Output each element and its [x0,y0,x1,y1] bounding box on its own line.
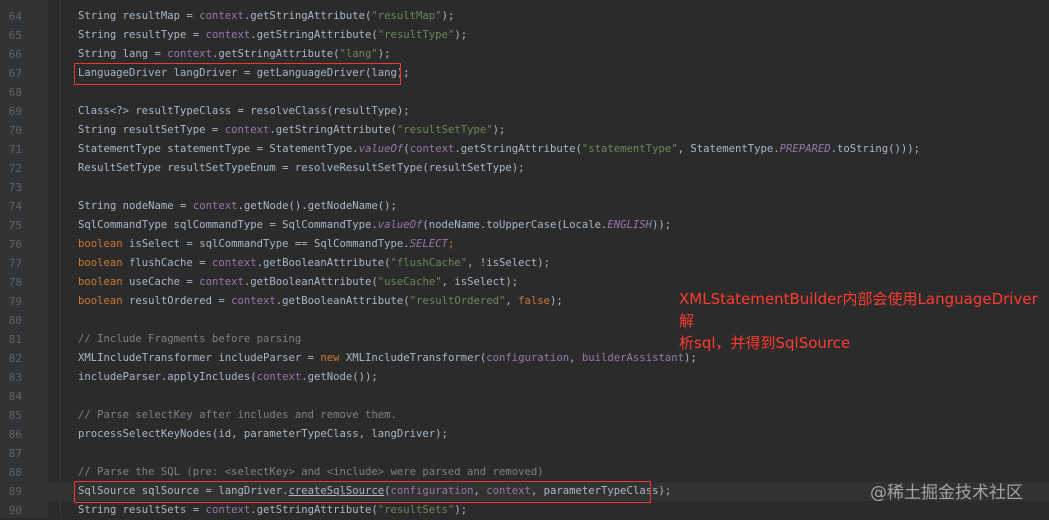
line-number: 82 [8,352,22,365]
code-line[interactable]: 76 boolean isSelect = sqlCommandType == … [0,235,1049,254]
annotation-line-1: XMLStatementBuilder内部会使用LanguageDriver解 [679,290,1038,330]
line-number: 88 [8,466,22,479]
line-number: 67 [8,67,22,80]
code-line[interactable]: 69 Class<?> resultTypeClass = resolveCla… [0,102,1049,121]
annotation-line-2: 析sql，并得到SqlSource [679,334,851,352]
line-number: 90 [8,504,22,517]
line-number: 89 [8,485,22,498]
watermark: @稀土掘金技术社区 [870,483,1023,503]
code-text: String resultType = context.getStringAtt… [78,29,468,41]
code-text: boolean resultOrdered = context.getBoole… [78,295,563,307]
code-text: StatementType statementType = StatementT… [78,143,920,155]
code-text: SqlCommandType sqlCommandType = SqlComma… [78,219,672,231]
code-text: includeParser.applyIncludes(context.getN… [78,371,378,383]
line-number: 85 [8,409,22,422]
code-line[interactable]: 85 // Parse selectKey after includes and… [0,406,1049,425]
code-line[interactable]: 67 LanguageDriver langDriver = getLangua… [0,64,1049,83]
line-number: 80 [8,314,22,327]
line-number: 65 [8,29,22,42]
code-text: boolean flushCache = context.getBooleanA… [78,257,551,269]
code-text: String lang = context.getStringAttribute… [78,48,391,60]
line-number: 64 [8,10,22,23]
line-number: 79 [8,295,22,308]
annotation-note: XMLStatementBuilder内部会使用LanguageDriver解 … [679,288,1047,354]
line-number: 77 [8,257,22,270]
code-line[interactable]: 65 String resultType = context.getString… [0,26,1049,45]
code-text: ResultSetType resultSetTypeEnum = resolv… [78,162,525,174]
code-line[interactable]: 84 [0,387,1049,406]
line-number: 72 [8,162,22,175]
code-line[interactable]: 77 boolean flushCache = context.getBoole… [0,254,1049,273]
code-text: String resultSets = context.getStringAtt… [78,504,468,516]
code-line[interactable]: 75 SqlCommandType sqlCommandType = SqlCo… [0,216,1049,235]
code-text: Class<?> resultTypeClass = resolveClass(… [78,105,410,117]
line-number: 78 [8,276,22,289]
code-text: XMLIncludeTransformer includeParser = ne… [78,352,697,364]
code-text: String resultSetType = context.getString… [78,124,506,136]
line-number: 83 [8,371,22,384]
code-line[interactable]: 86 processSelectKeyNodes(id, parameterTy… [0,425,1049,444]
code-text: boolean useCache = context.getBooleanAtt… [78,276,519,288]
line-number: 73 [8,181,22,194]
line-number: 68 [8,86,22,99]
line-number: 84 [8,390,22,403]
code-line[interactable]: 68 [0,83,1049,102]
code-text: String nodeName = context.getNode().getN… [78,200,397,212]
code-line[interactable]: 72 ResultSetType resultSetTypeEnum = res… [0,159,1049,178]
code-line[interactable]: 73 [0,178,1049,197]
code-comment: // Include Fragments before parsing [78,333,302,345]
code-text: String resultMap = context.getStringAttr… [78,10,455,22]
code-line[interactable]: 87 [0,444,1049,463]
line-number: 66 [8,48,22,61]
code-line[interactable]: 74 String nodeName = context.getNode().g… [0,197,1049,216]
line-number: 71 [8,143,22,156]
line-number: 87 [8,447,22,460]
line-number: 76 [8,238,22,251]
code-comment: // Parse selectKey after includes and re… [78,409,397,421]
code-line[interactable]: 64 String resultMap = context.getStringA… [0,7,1049,26]
code-text: LanguageDriver langDriver = getLanguageD… [78,67,410,79]
code-text: boolean isSelect = sqlCommandType == Sql… [78,238,455,250]
code-line[interactable]: 90 String resultSets = context.getString… [0,501,1049,520]
line-number: 74 [8,200,22,213]
line-number: 86 [8,428,22,441]
line-number: 75 [8,219,22,232]
code-line[interactable]: 66 String lang = context.getStringAttrib… [0,45,1049,64]
code-line[interactable]: 71 StatementType statementType = Stateme… [0,140,1049,159]
code-text: processSelectKeyNodes(id, parameterTypeC… [78,428,448,440]
line-number: 69 [8,105,22,118]
line-number: 81 [8,333,22,346]
code-line[interactable]: 83 includeParser.applyIncludes(context.g… [0,368,1049,387]
line-number: 70 [8,124,22,137]
code-line[interactable]: 70 String resultSetType = context.getStr… [0,121,1049,140]
code-comment: // Parse the SQL (pre: <selectKey> and <… [78,466,544,478]
code-text: SqlSource sqlSource = langDriver.createS… [78,485,672,497]
